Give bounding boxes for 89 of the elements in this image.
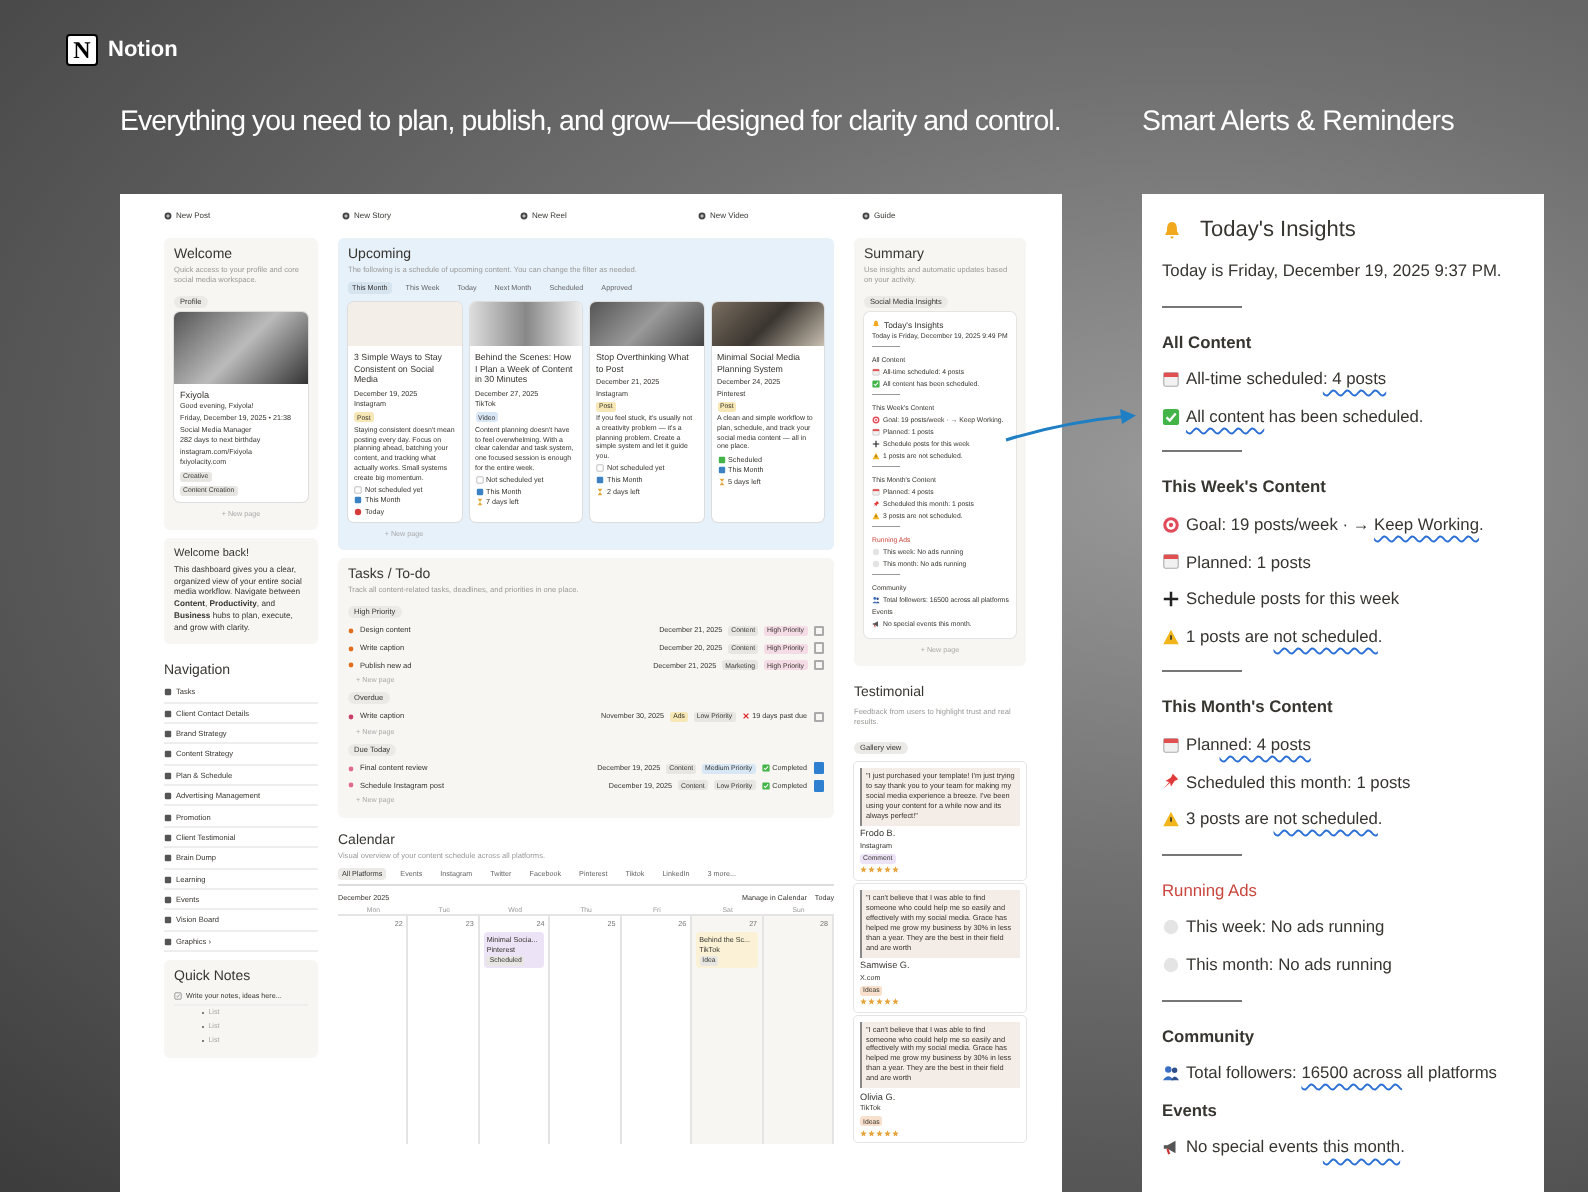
page-icon [164,750,172,759]
insight-text: All content has been scheduled. [1186,403,1424,430]
photo-placeholder [174,311,308,384]
plus-icon [872,439,880,448]
bell-icon [872,320,880,329]
circle-icon [1162,918,1180,937]
square-icon [596,476,604,485]
insight-text: Schedule posts for this week [1186,586,1400,613]
plus-icon [1162,589,1180,608]
pin-icon [872,499,880,508]
calendar-icon [1162,369,1180,388]
checkbox[interactable] [813,711,824,723]
calendar-icon [1162,552,1180,571]
checkbox-icon [872,379,880,388]
circle-icon [1162,955,1180,974]
page-icon [164,688,172,697]
checkbox-icon [596,464,604,473]
people-icon [872,595,880,604]
brand-name: Notion [108,38,178,62]
date-text: Today is Friday, December 19, 2025 9:37 PM. [1162,258,1504,284]
checkbox-icon [761,764,770,773]
warning-icon [1162,627,1180,646]
bell-icon [1162,220,1182,240]
logo-icon: N [66,34,98,66]
checkbox-icon [1162,407,1180,426]
headline: Everything you need to plan, publish, and grow—designed for clarity and control. [120,106,1063,138]
insight-text: Planned: 1 posts [1186,549,1311,576]
warning-icon [872,511,880,520]
note-icon [174,992,182,1001]
insight-text: Goal: 19 posts/week · → Keep Working. [1186,511,1484,538]
checkbox[interactable] [813,780,824,791]
square-icon [354,496,362,505]
section-title: Events [1162,1097,1219,1124]
plus-circle-icon [520,211,528,219]
checkbox[interactable] [813,659,824,671]
checkbox-icon [475,476,483,485]
calendar-icon [872,427,880,436]
insight-text: Total followers: 16500 across all platforms [1186,1060,1497,1087]
page-icon [164,875,172,884]
photo-placeholder [469,301,582,346]
photo-placeholder [711,301,824,346]
calendar-icon [1162,735,1180,754]
page-icon [164,730,172,739]
insight-text: 3 posts are not scheduled. [1186,806,1383,833]
side-title: Smart Alerts & Reminders [1142,106,1455,138]
target-icon [872,415,880,424]
page-icon [164,771,172,780]
pin-icon [1162,772,1180,791]
page-icon [164,916,172,925]
plus-circle-icon [862,211,870,219]
plus-circle-icon [342,211,350,219]
insight-text: Scheduled this month: 1 posts [1186,769,1411,796]
checkbox[interactable] [813,762,824,774]
insight-text: This week: No ads running [1186,914,1385,941]
content-card[interactable] [711,301,824,523]
megaphone-icon [1162,1138,1180,1157]
warning-icon [872,451,880,460]
plus-circle-icon [164,211,172,219]
insight-text: This month: No ads running [1186,951,1392,978]
insight-text: Planned: 4 posts [1186,731,1311,758]
checkbox-icon [354,485,362,494]
people-icon [1162,1063,1180,1082]
photo-placeholder [348,301,461,346]
page-icon [164,709,172,718]
plus-circle-icon [698,211,706,219]
checkbox[interactable] [813,642,824,654]
hourglass-icon [596,487,604,496]
warning-icon [1162,809,1180,828]
cross-icon [741,712,750,721]
page-icon [164,854,172,863]
insight-text: No special events this month. [1186,1134,1405,1161]
page-icon [164,792,172,801]
insight-text: 1 posts are not scheduled. [1186,623,1383,650]
photo-placeholder [590,301,703,346]
checkbox-icon [761,781,770,790]
content-card[interactable] [590,301,703,523]
checkbox[interactable] [813,625,824,637]
page-icon [164,937,172,946]
target-icon [1162,515,1180,534]
page-icon [164,833,172,842]
dot-icon [354,508,362,517]
hourglass-icon [717,477,725,486]
square-icon [475,487,483,496]
megaphone-icon [872,619,880,628]
hourglass-icon [475,498,483,507]
insights-title: Today's Insights [1200,218,1356,242]
page-icon [164,813,172,822]
insight-text: All-time scheduled: 4 posts [1186,366,1387,393]
page-icon [164,896,172,905]
